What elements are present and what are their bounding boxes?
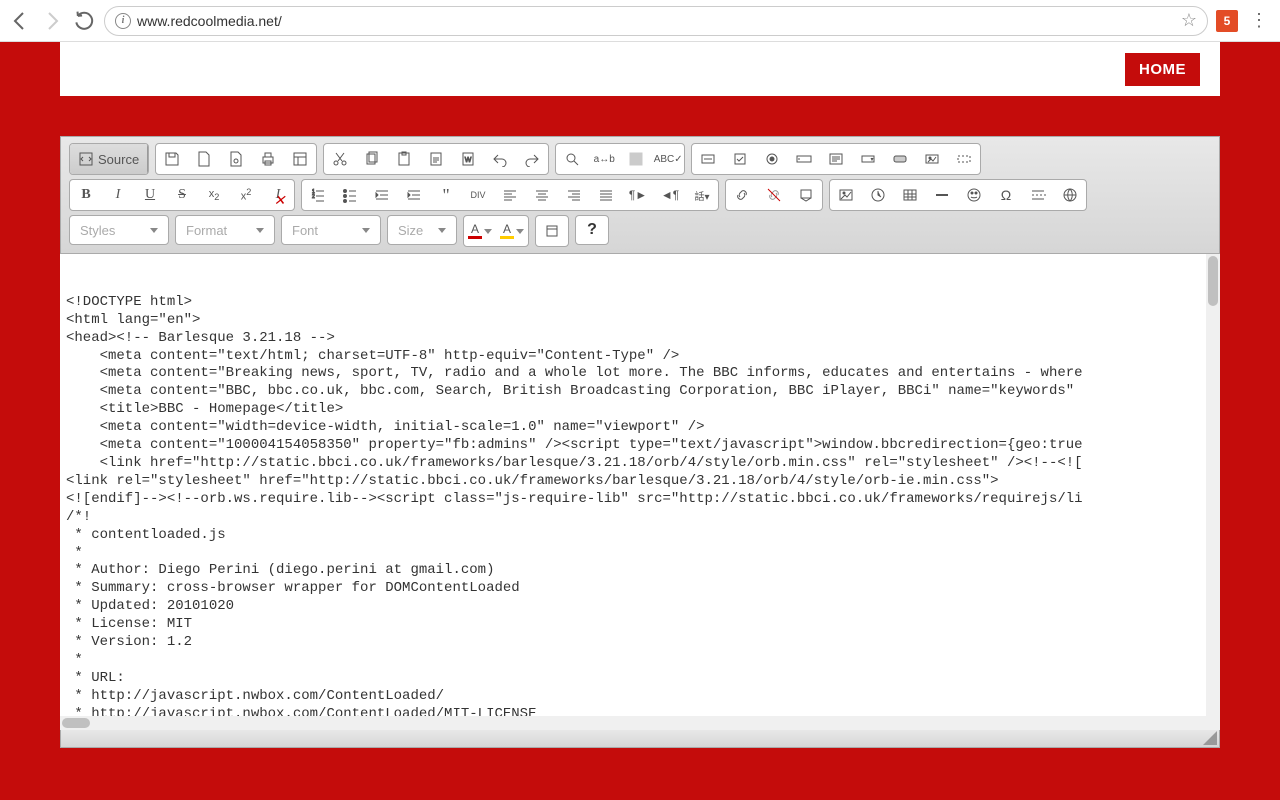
format-dropdown[interactable]: Format	[175, 215, 275, 245]
select-all-icon[interactable]	[620, 144, 652, 174]
print-icon[interactable]	[252, 144, 284, 174]
undo-icon[interactable]	[484, 144, 516, 174]
table-icon[interactable]	[894, 180, 926, 210]
hr-icon[interactable]	[926, 180, 958, 210]
extension-icon[interactable]: 5	[1216, 10, 1238, 32]
maximize-icon[interactable]	[536, 216, 568, 246]
resize-handle-icon[interactable]	[1203, 731, 1217, 745]
flash-icon[interactable]	[862, 180, 894, 210]
editor-toolbar: Source W	[60, 136, 1220, 254]
pagebreak-icon[interactable]	[1022, 180, 1054, 210]
textfield-icon[interactable]	[788, 144, 820, 174]
align-center-icon[interactable]	[526, 180, 558, 210]
italic-button[interactable]: I	[102, 180, 134, 210]
source-button[interactable]: Source	[70, 144, 148, 174]
bookmark-star-icon[interactable]: ☆	[1181, 10, 1197, 31]
copy-icon[interactable]	[356, 144, 388, 174]
font-dropdown[interactable]: Font	[281, 215, 381, 245]
bg-color-button[interactable]: A	[496, 216, 528, 246]
superscript-button[interactable]: x2	[230, 180, 262, 210]
specialchar-icon[interactable]: Ω	[990, 180, 1022, 210]
replace-icon[interactable]: a↔b	[588, 144, 620, 174]
hiddenfield-icon[interactable]	[948, 144, 980, 174]
numbered-list-icon[interactable]: 12	[302, 180, 334, 210]
source-code-area[interactable]: <!DOCTYPE html> <html lang="en"> <head><…	[60, 254, 1220, 716]
text-color-button[interactable]: A	[464, 216, 496, 246]
source-label: Source	[98, 152, 139, 167]
templates-icon[interactable]	[284, 144, 316, 174]
site-header: HOME	[60, 42, 1220, 96]
radio-icon[interactable]	[756, 144, 788, 174]
browser-menu-icon[interactable]: ⋮	[1246, 10, 1272, 31]
outdent-icon[interactable]	[366, 180, 398, 210]
remove-format-button[interactable]: I✕	[262, 180, 294, 210]
vertical-scrollbar[interactable]	[1206, 254, 1220, 716]
bold-button[interactable]: B	[70, 180, 102, 210]
svg-text:2: 2	[312, 194, 315, 200]
help-button[interactable]: ?	[575, 215, 609, 245]
checkbox-icon[interactable]	[724, 144, 756, 174]
iframe-icon[interactable]	[1054, 180, 1086, 210]
div-icon[interactable]: DIV	[462, 180, 494, 210]
align-left-icon[interactable]	[494, 180, 526, 210]
size-dropdown[interactable]: Size	[387, 215, 457, 245]
new-page-icon[interactable]	[188, 144, 220, 174]
subscript-button[interactable]: x2	[198, 180, 230, 210]
select-icon[interactable]	[852, 144, 884, 174]
cut-icon[interactable]	[324, 144, 356, 174]
bullet-list-icon[interactable]	[334, 180, 366, 210]
code-text: <!DOCTYPE html> <html lang="en"> <head><…	[66, 294, 1214, 716]
site-info-icon[interactable]: i	[115, 13, 131, 29]
form-icon[interactable]	[692, 144, 724, 174]
link-icon[interactable]	[726, 180, 758, 210]
align-right-icon[interactable]	[558, 180, 590, 210]
blockquote-icon[interactable]: "	[430, 180, 462, 210]
language-icon[interactable]: 話▾	[686, 180, 718, 210]
rtl-icon[interactable]: ◄¶	[654, 180, 686, 210]
editor-footer	[60, 730, 1220, 748]
image-icon[interactable]	[830, 180, 862, 210]
textarea-icon[interactable]	[820, 144, 852, 174]
svg-text:W: W	[465, 157, 472, 164]
button-icon[interactable]	[884, 144, 916, 174]
spellcheck-icon[interactable]: ABC✓	[652, 144, 684, 174]
back-button[interactable]	[8, 9, 32, 33]
imagebutton-icon[interactable]	[916, 144, 948, 174]
home-button[interactable]: HOME	[1125, 53, 1200, 86]
forward-button[interactable]	[40, 9, 64, 33]
browser-toolbar: i ☆ 5 ⋮	[0, 0, 1280, 42]
smiley-icon[interactable]	[958, 180, 990, 210]
save-icon[interactable]	[156, 144, 188, 174]
rich-text-editor: Source W	[60, 136, 1220, 748]
page-background: HOME Source	[0, 42, 1280, 800]
find-icon[interactable]	[556, 144, 588, 174]
preview-icon[interactable]	[220, 144, 252, 174]
align-justify-icon[interactable]	[590, 180, 622, 210]
ltr-icon[interactable]: ¶►	[622, 180, 654, 210]
strike-button[interactable]: S	[166, 180, 198, 210]
address-bar[interactable]: i ☆	[104, 6, 1208, 36]
unlink-icon[interactable]	[758, 180, 790, 210]
horizontal-scrollbar[interactable]	[60, 716, 1220, 730]
paste-icon[interactable]	[388, 144, 420, 174]
paste-word-icon[interactable]: W	[452, 144, 484, 174]
redo-icon[interactable]	[516, 144, 548, 174]
paste-text-icon[interactable]	[420, 144, 452, 174]
url-input[interactable]	[137, 13, 1175, 29]
indent-icon[interactable]	[398, 180, 430, 210]
anchor-icon[interactable]	[790, 180, 822, 210]
reload-button[interactable]	[72, 9, 96, 33]
styles-dropdown[interactable]: Styles	[69, 215, 169, 245]
underline-button[interactable]: U	[134, 180, 166, 210]
